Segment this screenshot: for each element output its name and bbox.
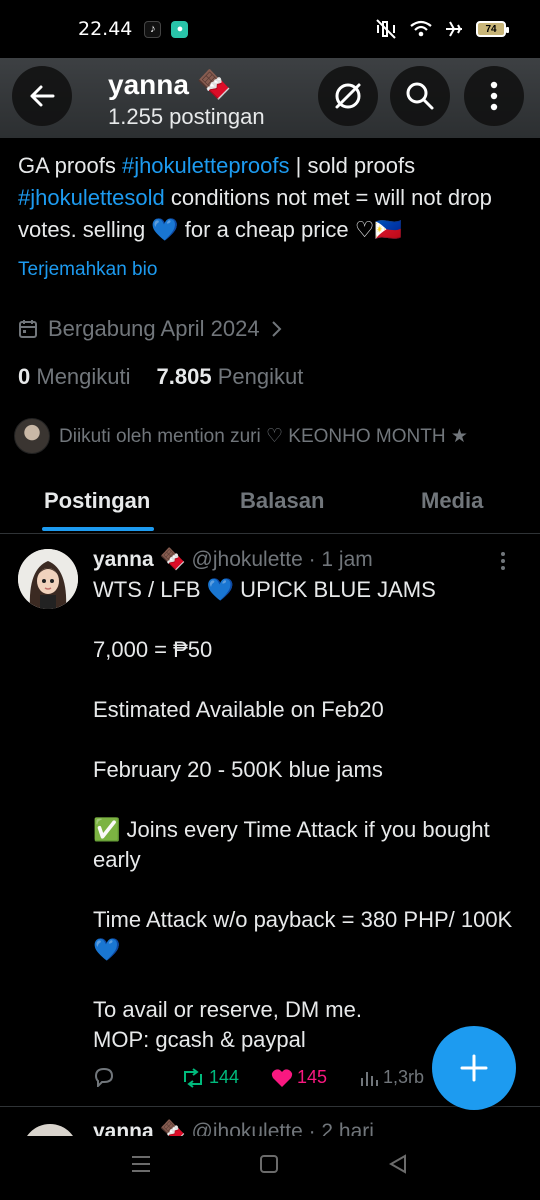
reply-button[interactable] xyxy=(93,1067,115,1087)
profile-name: yanna 🍫 xyxy=(108,69,232,100)
plus-icon xyxy=(460,1054,488,1082)
tiktok-notification-icon: ♪ xyxy=(144,20,162,38)
post-time: · 1 jam xyxy=(308,548,373,571)
recent-apps-button[interactable] xyxy=(130,1154,152,1179)
like-count: 145 xyxy=(297,1067,328,1087)
post-author[interactable]: yanna 🍫 xyxy=(93,548,186,571)
grok-icon xyxy=(335,83,361,109)
bar-chart-icon xyxy=(361,1071,378,1086)
more-options-button[interactable] xyxy=(464,66,524,126)
profile-bio: GA proofs #jhokuletteproofs | sold proof… xyxy=(18,153,492,242)
calendar-icon xyxy=(19,320,37,338)
post-item[interactable]: yanna 🍫 @jhokulette · 2 hari xyxy=(0,1108,540,1136)
avatar-illustration xyxy=(18,549,78,609)
hashtag-link[interactable]: #jhokuletteproofs xyxy=(122,153,290,178)
profile-header: yanna 🍫 1.255 postingan xyxy=(0,58,540,138)
airplane-icon xyxy=(446,21,462,37)
repost-icon xyxy=(184,1067,202,1088)
reply-icon xyxy=(94,1067,114,1087)
mute-vibrate-icon xyxy=(376,19,396,39)
menu-icon xyxy=(132,1156,150,1172)
wifi-icon xyxy=(410,20,432,37)
app-notification-icon: ● xyxy=(171,20,189,38)
tab-posts[interactable]: Postingan xyxy=(44,488,150,514)
more-vertical-icon xyxy=(501,552,505,570)
following-link[interactable]: 0 Mengikuti xyxy=(18,364,131,390)
search-button[interactable] xyxy=(390,66,450,126)
back-button[interactable] xyxy=(12,66,72,126)
more-vertical-icon xyxy=(490,81,498,111)
translate-bio-link[interactable]: Terjemahkan bio xyxy=(18,259,157,281)
post-more-button[interactable] xyxy=(500,551,506,576)
avatar[interactable] xyxy=(18,549,78,609)
repost-count: 144 xyxy=(209,1067,240,1087)
post-handle[interactable]: @jhokulette xyxy=(192,548,303,571)
profile-tabs: Postingan Balasan Media xyxy=(0,468,540,534)
tab-indicator xyxy=(42,527,154,531)
post-item[interactable]: yanna 🍫 @jhokulette · 1 jam WTS / LFB 💙 … xyxy=(0,535,540,1107)
back-nav-button[interactable] xyxy=(388,1154,408,1179)
home-button[interactable] xyxy=(259,1154,279,1179)
hashtag-link[interactable]: #jhokulettesold xyxy=(18,185,165,210)
status-time: 22.44 xyxy=(78,18,133,40)
tab-media[interactable]: Media xyxy=(421,488,483,514)
post-text: WTS / LFB 💙 UPICK BLUE JAMS 7,000 = ₱50 … xyxy=(93,577,513,1052)
followers-link[interactable]: 7.805 Pengikut xyxy=(157,364,304,390)
chevron-right-icon xyxy=(271,321,282,337)
post-count: 1.255 postingan xyxy=(108,104,265,129)
system-nav-bar xyxy=(0,1136,540,1200)
avatar[interactable] xyxy=(22,1124,78,1136)
search-icon xyxy=(406,82,434,110)
post-header: yanna 🍫 @jhokulette · 1 jam xyxy=(93,548,373,572)
view-count: 1,3rb xyxy=(383,1067,425,1087)
like-button[interactable]: 145 xyxy=(271,1067,327,1088)
battery-indicator: 74 xyxy=(476,21,509,37)
avatar xyxy=(14,418,50,454)
heart-icon xyxy=(271,1068,293,1087)
square-icon xyxy=(260,1155,278,1173)
repost-button[interactable]: 144 xyxy=(181,1067,239,1088)
followed-by-row[interactable]: Diikuti oleh mention zuri ♡ KEONHO MONTH… xyxy=(14,418,468,454)
triangle-back-icon xyxy=(388,1154,406,1174)
compose-button[interactable] xyxy=(432,1026,516,1110)
arrow-left-icon xyxy=(30,85,55,107)
grok-button[interactable] xyxy=(318,66,378,126)
follow-stats: 0 Mengikuti 7.805 Pengikut xyxy=(18,364,303,390)
tab-replies[interactable]: Balasan xyxy=(240,488,324,514)
joined-date[interactable]: Bergabung April 2024 xyxy=(18,316,284,342)
status-bar: 22.44 ♪ ● 74 xyxy=(0,0,540,58)
views-button[interactable]: 1,3rb xyxy=(359,1067,424,1088)
